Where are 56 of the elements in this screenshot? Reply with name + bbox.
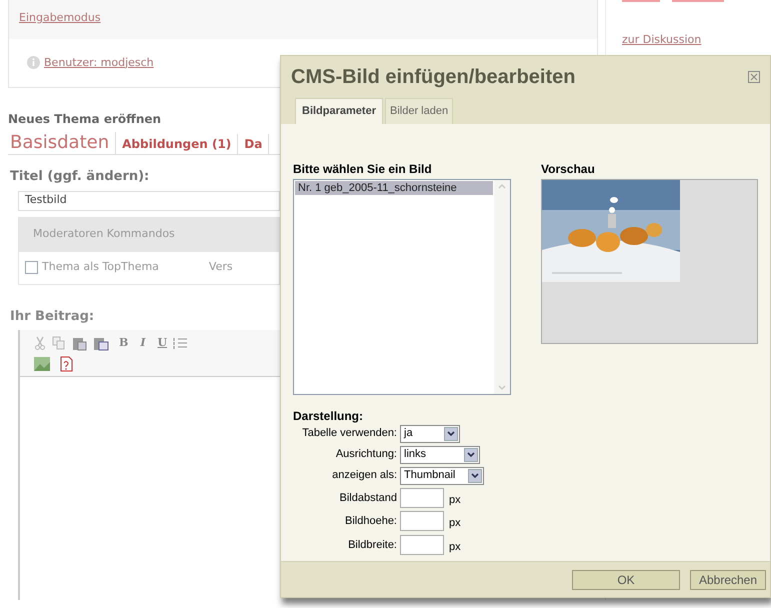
- field-label: Ausrichtung:: [334, 447, 397, 462]
- dialog-tab[interactable]: Bildparameter: [295, 98, 383, 124]
- dropdown[interactable]: Thumbnail: [400, 466, 484, 484]
- top-topic-checkbox[interactable]: [25, 261, 38, 274]
- option-label: Vers: [208, 259, 233, 276]
- list-item[interactable]: Nr. 1 geb_2005-11_schornsteine: [295, 180, 493, 194]
- mode-link[interactable]: Eingabemodus: [19, 11, 101, 24]
- list-label: Bitte wählen Sie ein Bild: [293, 160, 432, 178]
- info-icon: [27, 56, 40, 70]
- discussion-link[interactable]: zur Diskussion: [622, 32, 771, 48]
- field-label: Titel (ggf. ändern):: [10, 168, 150, 186]
- dropdown[interactable]: ja: [400, 424, 460, 442]
- number-field[interactable]: [400, 511, 444, 532]
- checkbox-label: Thema als TopThema: [42, 259, 159, 276]
- scrollbar[interactable]: [494, 180, 510, 394]
- section-heading: Neues Thema eröffnen: [8, 111, 162, 128]
- form-tab[interactable]: Da: [238, 134, 270, 154]
- tab-marker: [672, 0, 724, 2]
- field-label: Ihr Beitrag:: [10, 308, 94, 326]
- scroll-down-icon[interactable]: [497, 384, 507, 392]
- field-label: Bildhoehe:: [344, 514, 397, 529]
- field-label: Bildabstand: [338, 490, 397, 506]
- dialog-title: CMS-Bild einfügen/bearbeiten: [291, 65, 576, 90]
- image-listbox[interactable]: Nr. 1 geb_2005-11_schornsteine: [293, 178, 511, 394]
- preview-label: Vorschau: [541, 160, 595, 178]
- image-icon[interactable]: [34, 357, 50, 371]
- dialog-tab[interactable]: Bilder laden: [384, 98, 454, 124]
- unit-label: px: [449, 540, 461, 554]
- format-button[interactable]: B: [119, 334, 128, 352]
- form-tab[interactable]: Basisdaten: [8, 132, 116, 154]
- field-label: anzeigen als:: [331, 468, 397, 484]
- section-label: Darstellung:: [293, 408, 364, 424]
- scissors-icon[interactable]: [34, 336, 46, 350]
- format-button[interactable]: U: [157, 334, 168, 352]
- field-label: Tabelle verwenden:: [301, 426, 397, 442]
- title-field[interactable]: Testbild: [18, 190, 280, 210]
- field-label: Bildbreite:: [347, 538, 397, 552]
- unit-label: px: [449, 492, 461, 508]
- user-link[interactable]: Benutzer: modjesch: [44, 54, 154, 71]
- number-field[interactable]: [400, 488, 444, 508]
- numbered-list-icon[interactable]: [173, 337, 188, 349]
- dialog-button[interactable]: OK: [572, 570, 680, 590]
- panel-title: Moderatoren Kommandos: [33, 226, 175, 242]
- dialog-button[interactable]: Abbrechen: [690, 570, 766, 590]
- copy-icon[interactable]: [52, 336, 66, 350]
- paste-word-icon[interactable]: [93, 336, 109, 350]
- format-button[interactable]: I: [140, 334, 146, 352]
- scroll-up-icon[interactable]: [497, 182, 507, 190]
- paste-icon[interactable]: [72, 336, 87, 350]
- form-tab[interactable]: Abbildungen (1): [116, 134, 238, 154]
- number-field[interactable]: [400, 534, 444, 555]
- unit-label: px: [449, 516, 461, 531]
- close-icon[interactable]: [748, 71, 760, 83]
- tab-marker: [622, 0, 660, 2]
- help-icon[interactable]: [60, 356, 73, 372]
- dropdown[interactable]: links: [400, 446, 480, 464]
